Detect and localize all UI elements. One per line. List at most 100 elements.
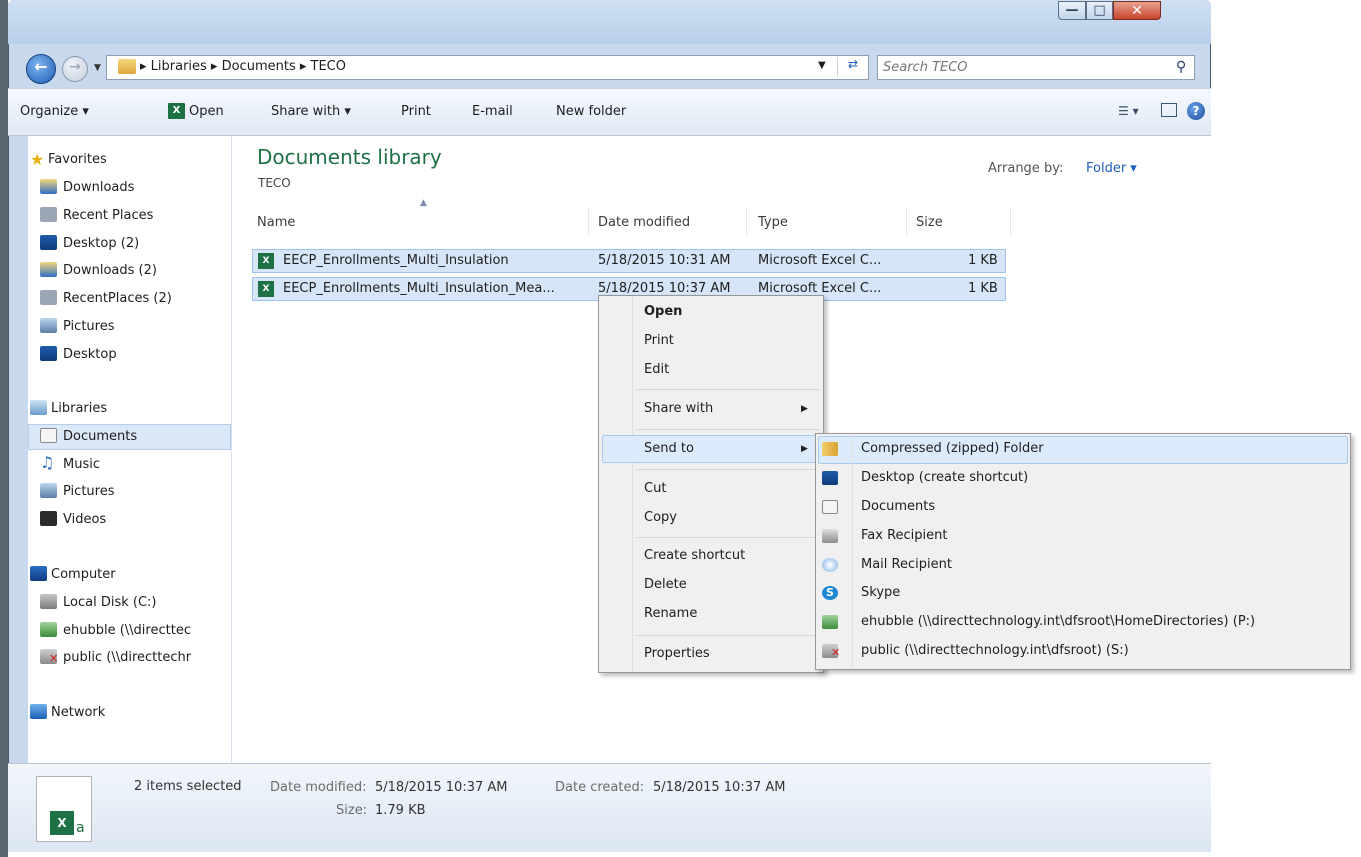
nav-item-public[interactable]: public (\\directtechr — [63, 650, 191, 665]
submenu-arrow-icon: ▶ — [801, 444, 808, 454]
new-folder-button[interactable]: New folder — [556, 104, 626, 119]
minimize-icon: — — [1065, 3, 1079, 18]
share-with-button[interactable]: Share with ▾ — [271, 104, 351, 119]
menu-item-share-with[interactable]: Share with — [644, 401, 713, 416]
email-button[interactable]: E-mail — [472, 104, 513, 119]
menu-item-create-shortcut[interactable]: Create shortcut — [644, 548, 745, 563]
column-divider[interactable] — [1010, 208, 1011, 236]
file-date: 5/18/2015 10:31 AM — [598, 253, 731, 268]
close-button[interactable]: ✕ — [1113, 1, 1161, 20]
send-to-compressed-folder[interactable]: Compressed (zipped) Folder — [861, 441, 1044, 456]
star-icon: ★ — [30, 150, 45, 169]
page-title: Documents library — [257, 145, 442, 169]
size-label: Size: — [336, 803, 368, 818]
nav-item-lib-pictures[interactable]: Pictures — [63, 484, 114, 499]
send-to-desktop[interactable]: Desktop (create shortcut) — [861, 470, 1028, 485]
send-to-mail-recipient[interactable]: Mail Recipient — [861, 557, 952, 572]
videos-icon — [40, 511, 57, 526]
fax-icon — [822, 529, 838, 543]
menu-item-cut[interactable]: Cut — [644, 481, 666, 496]
menu-item-rename[interactable]: Rename — [644, 606, 697, 621]
network-drive-icon — [822, 615, 838, 629]
network-icon — [30, 704, 47, 719]
send-to-public-drive[interactable]: public (\\directtechnology.int\dfsroot) … — [861, 643, 1129, 658]
nav-item-recent-places[interactable]: Recent Places — [63, 208, 153, 223]
details-pane — [8, 763, 1211, 852]
nav-item-downloads[interactable]: Downloads — [63, 180, 134, 195]
file-name: EECP_Enrollments_Multi_Insulation_Mea... — [283, 281, 555, 296]
column-header-date[interactable]: Date modified — [598, 215, 690, 230]
search-icon[interactable]: ⚲ — [1176, 59, 1186, 75]
send-to-fax-recipient[interactable]: Fax Recipient — [861, 528, 947, 543]
back-button[interactable]: ← — [26, 54, 56, 84]
submenu-arrow-icon: ▶ — [801, 404, 808, 414]
nav-item-recentplaces-2[interactable]: RecentPlaces (2) — [63, 291, 172, 306]
menu-separator — [636, 635, 820, 636]
nav-item-pictures[interactable]: Pictures — [63, 319, 114, 334]
column-divider[interactable] — [746, 208, 747, 236]
forward-button[interactable]: → — [62, 56, 88, 82]
column-header-name[interactable]: Name — [257, 215, 295, 230]
menu-item-properties[interactable]: Properties — [644, 646, 710, 661]
nav-item-ehubble[interactable]: ehubble (\\directtec — [63, 623, 191, 638]
menu-item-open[interactable]: Open — [644, 304, 682, 319]
downloads-icon — [40, 179, 57, 194]
maximize-button[interactable]: □ — [1086, 1, 1113, 20]
nav-network[interactable]: Network — [51, 705, 105, 720]
send-to-ehubble-drive[interactable]: ehubble (\\directtechnology.int\dfsroot\… — [861, 614, 1255, 629]
nav-item-local-disk[interactable]: Local Disk (C:) — [63, 595, 156, 610]
search-input[interactable] — [883, 58, 1163, 77]
minimize-button[interactable]: — — [1058, 1, 1086, 20]
column-header-size[interactable]: Size — [916, 215, 943, 230]
arrange-by-dropdown[interactable]: Folder ▾ — [1086, 161, 1137, 176]
column-divider[interactable] — [588, 208, 589, 236]
menu-item-copy[interactable]: Copy — [644, 510, 677, 525]
open-button[interactable]: Open — [189, 104, 224, 119]
downloads-icon — [40, 262, 57, 277]
date-modified-label: Date modified: — [270, 780, 367, 795]
menu-item-send-to[interactable]: Send to — [644, 441, 694, 456]
send-to-skype[interactable]: Skype — [861, 585, 900, 600]
recent-places-icon — [40, 290, 57, 305]
column-header-type[interactable]: Type — [758, 215, 788, 230]
file-type: Microsoft Excel C... — [758, 281, 882, 296]
refresh-icon[interactable]: ⇄ — [837, 57, 868, 77]
menu-item-edit[interactable]: Edit — [644, 362, 669, 377]
organize-button[interactable]: Organize ▾ — [20, 104, 89, 119]
nav-item-documents[interactable]: Documents — [63, 429, 137, 444]
nav-computer[interactable]: Computer — [51, 567, 116, 582]
send-to-submenu — [815, 433, 1351, 670]
zip-folder-icon — [822, 442, 838, 456]
music-icon: ♫ — [40, 453, 55, 472]
menu-item-print[interactable]: Print — [644, 333, 674, 348]
sort-arrow-icon: ▲ — [420, 198, 427, 208]
nav-favorites[interactable]: Favorites — [48, 152, 107, 167]
help-icon[interactable]: ? — [1187, 102, 1205, 120]
send-to-documents[interactable]: Documents — [861, 499, 935, 514]
selection-count: 2 items selected — [134, 779, 242, 794]
change-view-icon[interactable]: ☰ ▾ — [1118, 104, 1139, 118]
nav-item-videos[interactable]: Videos — [63, 512, 106, 527]
recent-pages-dropdown[interactable]: ▼ — [94, 63, 101, 73]
menu-item-delete[interactable]: Delete — [644, 577, 687, 592]
breadcrumb[interactable]: ▸ Libraries ▸ Documents ▸ TECO — [140, 59, 346, 74]
nav-item-downloads-2[interactable]: Downloads (2) — [63, 263, 157, 278]
arrange-by-label: Arrange by: — [988, 161, 1064, 176]
nav-item-music[interactable]: Music — [63, 457, 100, 472]
date-modified-value: 5/18/2015 10:37 AM — [375, 780, 508, 795]
preview-pane-icon[interactable] — [1161, 103, 1177, 117]
file-size: 1 KB — [968, 253, 998, 268]
library-subtitle: TECO — [258, 176, 291, 190]
computer-icon — [30, 566, 47, 581]
print-button[interactable]: Print — [401, 104, 431, 119]
nav-item-desktop[interactable]: Desktop — [63, 347, 117, 362]
nav-item-desktop-2[interactable]: Desktop (2) — [63, 236, 139, 251]
file-date: 5/18/2015 10:37 AM — [598, 281, 731, 296]
address-dropdown-icon[interactable]: ▼ — [818, 60, 826, 71]
title-bar[interactable] — [8, 0, 1211, 44]
disconnected-icon: ✕ — [49, 652, 59, 665]
column-divider[interactable] — [906, 208, 907, 236]
size-value: 1.79 KB — [375, 803, 426, 818]
arrow-right-icon: → — [69, 59, 81, 75]
nav-libraries[interactable]: Libraries — [51, 401, 107, 416]
